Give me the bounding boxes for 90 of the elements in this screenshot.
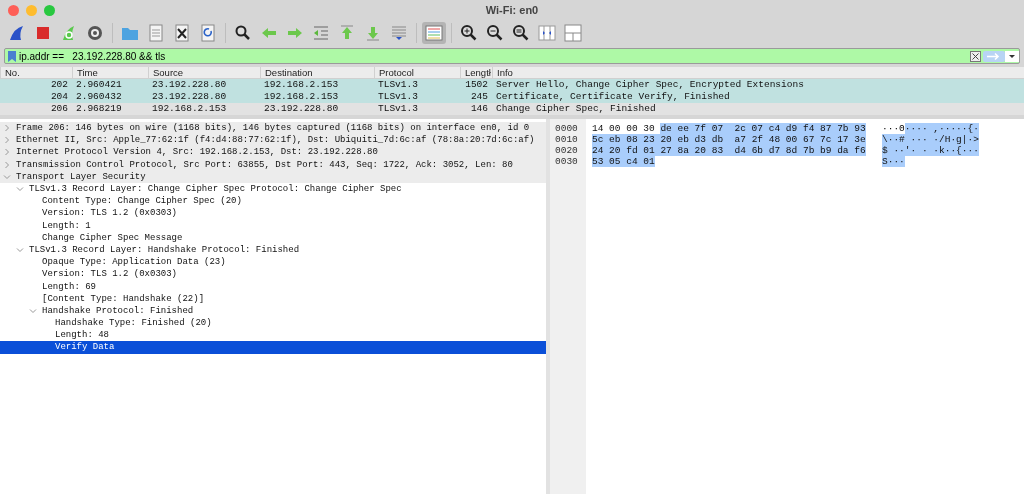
tree-row[interactable]: Length: 69 [0,280,546,293]
column-header[interactable]: Info [492,67,1024,78]
filter-bar[interactable]: ip.addr == 23.192.228.80 && tls [4,48,1020,64]
tree-row[interactable]: TLSv1.3 Record Layer: Change Cipher Spec Protocol: Change Cipher Spec [0,182,546,196]
gear-icon [86,24,104,42]
tree-row[interactable]: Version: TLS 1.2 (0x0303) [0,268,546,281]
resize-columns-icon [538,24,556,42]
tree-row[interactable]: Ethernet II, Src: Apple_77:62:1f (f4:d4:88:77:62:1f), Dst: Ubiquiti_7d:6c:af (78:8a:20:7d:6c:af) [0,134,546,147]
window-title: Wi-Fi: en0 [485,4,539,16]
table-cell-text: 23.192.228.80 [263,103,340,115]
search-icon [234,24,252,42]
table-cell-text: 192.168.2.153 [263,91,340,103]
table-cell-text: 2.960421 [75,79,123,91]
chevron-down-icon[interactable] [29,306,37,315]
table-cell-text: 206 [49,103,69,115]
stop-icon [34,24,52,42]
close-window-icon[interactable] [8,5,19,16]
tree-row[interactable]: Opaque Type: Application Data (23) [0,256,546,269]
table-cell-text: 192.168.2.153 [263,79,340,91]
byte-offset: 0000 [554,123,579,134]
column-header[interactable]: Lengtł [460,67,492,78]
column-header[interactable]: No. [0,67,72,78]
table-cell-text: Server Hello, Change Cipher Spec, Encrypted Extensions [495,79,805,91]
column-header[interactable]: Protocol [374,67,460,78]
table-cell-text: Change Cipher Spec, Finished [495,103,657,115]
hex-bytes: 14 00 00 30 [592,123,655,134]
table-cell-text: 202 [49,79,69,91]
packet-row[interactable]: 202 2.960421 23.192.228.80 192.168.2.153 TLSv1.3 1502 Server Hello, Change Cipher Spec, Encrypted Extensions [0,79,1024,91]
scroll-down-icon [390,24,408,42]
table-cell-text: 2.968219 [75,103,123,115]
highlighted-hex-bytes: 24 20 fd 01 27 8a 20 83 d4 6b d7 8d 7b b9 da f6 [592,145,866,156]
minimize-window-icon[interactable] [26,5,37,16]
table-cell-text: TLSv1.3 [377,91,419,103]
go-to-line-icon [312,24,330,42]
tree-row[interactable]: Internet Protocol Version 4, Src: 192.168.2.153, Dst: 23.192.228.80 [0,146,546,159]
highlighted-ascii-bytes: S··· [882,156,905,167]
tree-row[interactable]: Frame 206: 146 bytes on wire (1168 bits), 146 bytes captured (1168 bits) on interface en0, id 0 [0,122,546,135]
byte-offset: 0020 [554,145,579,156]
tree-row[interactable]: Change Cipher Spec Message [0,231,546,244]
document-icon [147,24,165,42]
colored-lines-icon [425,24,443,42]
dropdown-caret-icon[interactable] [1005,50,1019,62]
table-cell-text: 23.192.228.80 [151,91,228,103]
tree-row[interactable]: Version: TLS 1.2 (0x0303) [0,207,546,220]
tree-row[interactable]: Content Type: Change Cipher Spec (20) [0,195,546,208]
highlighted-ascii-bytes: \··# ··· ·/H·g|·> [882,134,979,145]
packet-row[interactable]: 204 2.960432 23.192.228.80 192.168.2.153 TLSv1.3 245 Certificate, Certificate Verify, Finished [0,91,1024,103]
pane-layout-icon [564,24,582,42]
reload-file-icon [199,24,217,42]
zoom-icon [512,24,530,42]
tree-row[interactable]: Handshake Protocol: Finished [0,304,546,317]
display-filter-field[interactable]: ip.addr == 23.192.228.80 && tls [16,50,970,62]
column-header[interactable]: Source [148,67,260,78]
highlighted-hex-bytes: 53 05 c4 01 [592,156,655,167]
column-header[interactable]: Destination [260,67,374,78]
table-cell-text: TLSv1.3 [377,103,419,115]
table-cell-text: Certificate, Certificate Verify, Finished [495,91,731,103]
chevron-down-icon[interactable] [16,245,24,254]
highlighted-ascii-bytes: $ ··'· · ·k··{··· [882,145,979,156]
table-cell-text: 192.168.2.153 [151,103,228,115]
table-cell-text: 1502 [464,79,489,91]
zoom-in-icon [460,24,478,42]
table-cell-text: 23.192.228.80 [151,79,228,91]
tree-row[interactable]: Verify Data [0,341,546,354]
column-header[interactable]: Time [72,67,148,78]
zoom-window-icon[interactable] [44,5,55,16]
highlighted-ascii-bytes: ···· ,·····{· [904,123,979,134]
byte-offset: 0010 [554,134,579,145]
table-cell-text: 204 [49,91,69,103]
tree-row[interactable]: Length: 1 [0,219,546,232]
zoom-out-icon [486,24,504,42]
tree-row[interactable]: Handshake Type: Finished (20) [0,317,546,330]
highlighted-hex-bytes: de ee 7f 07 2c 07 c4 d9 f4 87 7b 93 [660,123,866,134]
ascii-bytes: ···0 [882,123,905,134]
close-file-icon [173,24,191,42]
table-cell-text: 146 [469,103,489,115]
highlighted-hex-bytes: 5c eb 08 23 20 eb d3 db a7 2f 48 00 67 7c 17 3e [592,134,866,145]
table-cell-text: TLSv1.3 [377,79,419,91]
tree-row[interactable]: [Content Type: Handshake (22)] [0,292,546,305]
table-cell-text: 245 [469,91,489,103]
down-arrow-icon [364,24,382,42]
tree-row[interactable]: TLSv1.3 Record Layer: Handshake Protocol: Finished [0,243,546,257]
up-arrow-icon [338,24,356,42]
packet-row[interactable]: 206 2.968219 192.168.2.153 23.192.228.80 TLSv1.3 146 Change Cipher Spec, Finished [0,103,1024,115]
byte-offset: 0030 [554,156,579,167]
table-cell-text: 2.960432 [75,91,123,103]
bookmark-icon[interactable] [8,50,16,62]
shark-fin-icon [8,24,26,42]
tree-row[interactable]: Length: 48 [0,329,546,342]
clear-icon[interactable] [970,50,981,62]
